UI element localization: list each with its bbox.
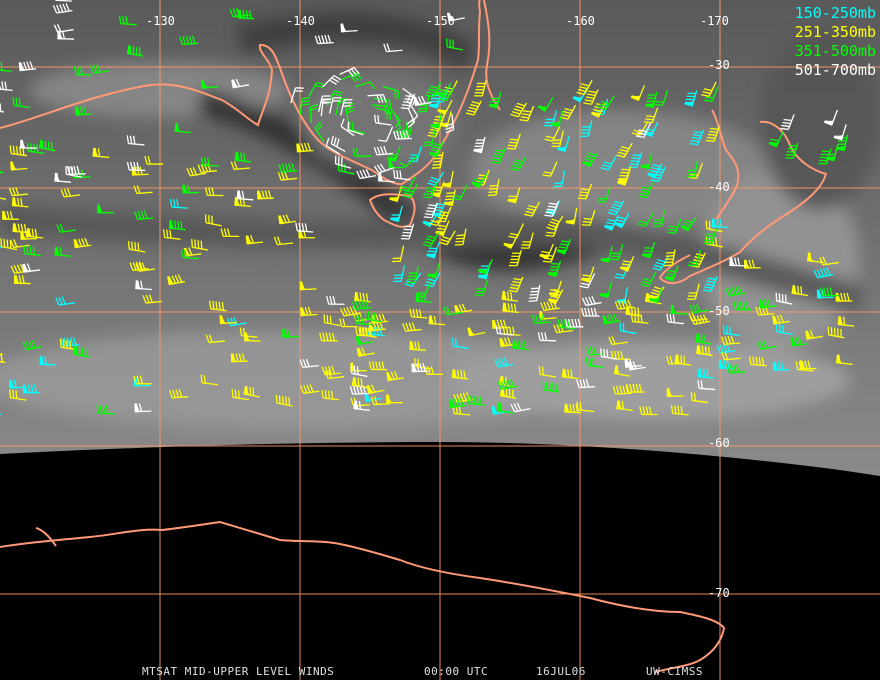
longitude-label: -160 — [566, 14, 595, 28]
latitude-label: -40 — [708, 180, 730, 194]
legend-item-351-500mb: 351-500mb — [794, 42, 876, 60]
caption-date: 16JUL06 — [536, 665, 586, 678]
latitude-label: -70 — [708, 586, 730, 600]
satellite-map — [0, 0, 880, 680]
latitude-label: -60 — [708, 436, 730, 450]
longitude-label: -170 — [700, 14, 729, 28]
latitude-label: -30 — [708, 58, 730, 72]
caption-product: MTSAT MID-UPPER LEVEL WINDS — [142, 665, 335, 678]
longitude-label: -140 — [286, 14, 315, 28]
legend-item-251-350mb: 251-350mb — [794, 23, 876, 41]
legend-item-150-250mb: 150-250mb — [794, 4, 876, 22]
legend-item-501-700mb: 501-700mb — [794, 61, 876, 79]
longitude-label: -150 — [426, 14, 455, 28]
caption-time: 00:00 UTC — [424, 665, 489, 678]
pressure-legend: 150-250mb 251-350mb 351-500mb 501-700mb — [795, 4, 876, 80]
caption-source: UW-CIMSS — [646, 665, 703, 678]
longitude-label: -130 — [146, 14, 175, 28]
latitude-label: -50 — [708, 304, 730, 318]
